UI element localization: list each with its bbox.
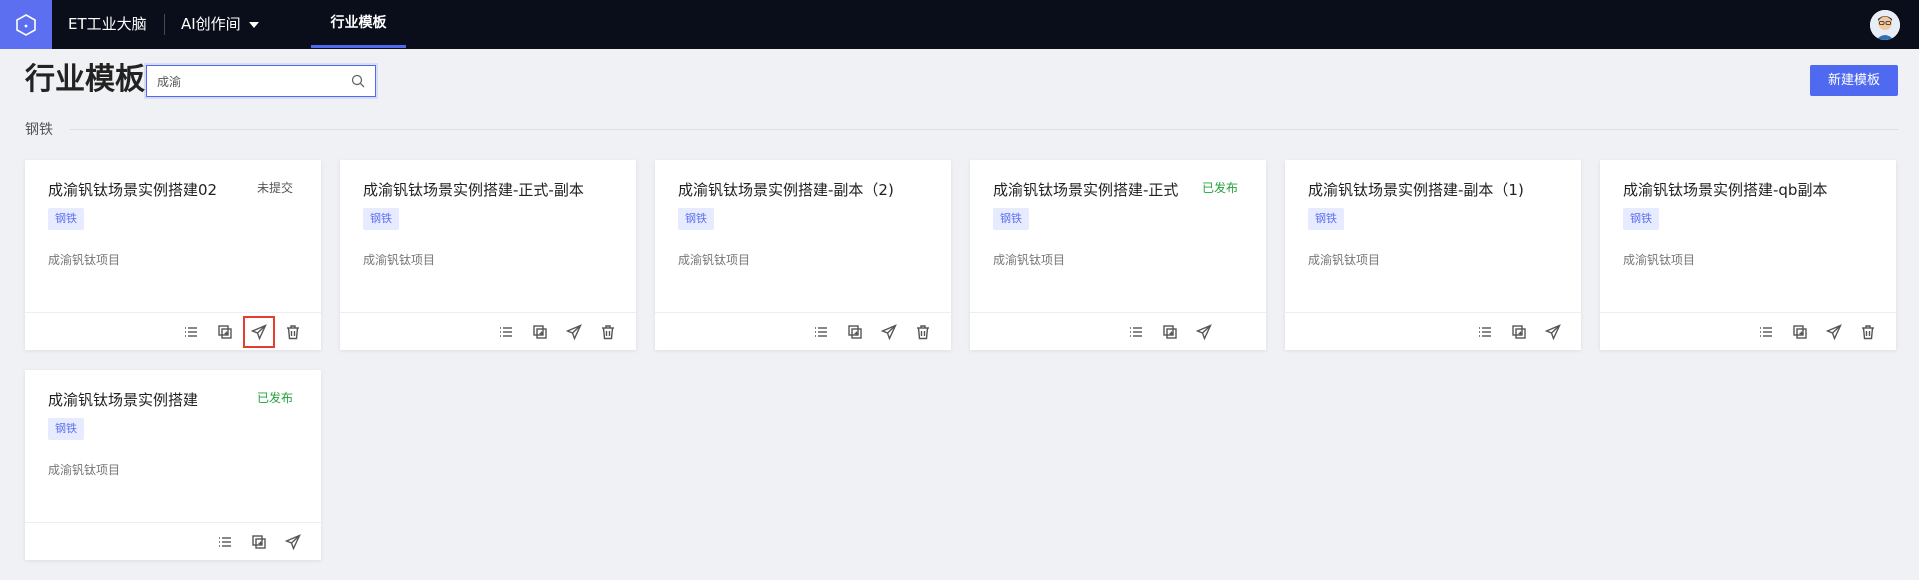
status-badge: 已发布 xyxy=(1202,181,1239,195)
send-icon[interactable] xyxy=(1543,322,1563,342)
send-icon[interactable] xyxy=(879,322,899,342)
copy-icon[interactable] xyxy=(530,322,550,342)
delete-icon[interactable] xyxy=(1858,322,1878,342)
category-tag: 钢铁 xyxy=(1308,208,1344,230)
delete-icon[interactable] xyxy=(598,322,618,342)
send-icon[interactable] xyxy=(1824,322,1844,342)
top-navigation-bar: ET工业大脑 AI创作间 行业模板 xyxy=(0,0,1919,49)
status-badge: 已发布 xyxy=(256,391,293,405)
ai-studio-menu[interactable]: AI创作间 xyxy=(181,0,259,49)
card-footer xyxy=(970,312,1266,350)
copy-icon[interactable] xyxy=(1160,322,1180,342)
card-title: 成渝钒钛场景实例搭建 xyxy=(48,391,199,409)
category-tag: 钢铁 xyxy=(48,208,84,230)
caret-down-icon xyxy=(248,21,259,28)
new-template-button[interactable]: 新建模板 xyxy=(1810,65,1898,96)
active-tab-indicator xyxy=(311,45,406,48)
user-avatar[interactable] xyxy=(1870,10,1900,40)
copy-icon[interactable] xyxy=(1790,322,1810,342)
search-box[interactable] xyxy=(146,65,376,97)
category-tag: 钢铁 xyxy=(993,208,1029,230)
template-card[interactable]: 成渝钒钛场景实例搭建02 未提交 钢铁 成渝钒钛项目 xyxy=(25,160,321,350)
card-description: 成渝钒钛项目 xyxy=(993,253,1066,267)
delete-icon[interactable] xyxy=(283,322,303,342)
card-description: 成渝钒钛项目 xyxy=(48,463,121,477)
card-footer xyxy=(655,312,951,350)
copy-icon[interactable] xyxy=(249,532,269,552)
template-card[interactable]: 成渝钒钛场景实例搭建-正式-副本 钢铁 成渝钒钛项目 xyxy=(340,160,636,350)
copy-icon[interactable] xyxy=(1509,322,1529,342)
app-logo[interactable] xyxy=(0,0,52,49)
category-tag: 钢铁 xyxy=(1623,208,1659,230)
card-footer xyxy=(25,522,321,560)
delete-icon[interactable] xyxy=(913,322,933,342)
ai-studio-menu-label: AI创作间 xyxy=(181,15,241,33)
search-icon[interactable] xyxy=(351,74,365,88)
list-icon[interactable] xyxy=(811,322,831,342)
card-title: 成渝钒钛场景实例搭建-正式-副本 xyxy=(363,181,584,199)
card-footer xyxy=(340,312,636,350)
copy-icon[interactable] xyxy=(215,322,235,342)
send-icon[interactable] xyxy=(564,322,584,342)
template-card[interactable]: 成渝钒钛场景实例搭建-正式 已发布 钢铁 成渝钒钛项目 xyxy=(970,160,1266,350)
category-tag: 钢铁 xyxy=(678,208,714,230)
card-title: 成渝钒钛场景实例搭建-副本（2) xyxy=(678,181,894,199)
card-description: 成渝钒钛项目 xyxy=(363,253,436,267)
card-description: 成渝钒钛项目 xyxy=(1623,253,1696,267)
card-title: 成渝钒钛场景实例搭建02 xyxy=(48,181,218,199)
category-tag: 钢铁 xyxy=(363,208,399,230)
category-tag: 钢铁 xyxy=(48,418,84,440)
card-description: 成渝钒钛项目 xyxy=(1308,253,1381,267)
card-title: 成渝钒钛场景实例搭建-qb副本 xyxy=(1623,181,1828,199)
list-icon[interactable] xyxy=(1475,322,1495,342)
avatar-face-icon xyxy=(1870,10,1900,40)
card-description: 成渝钒钛项目 xyxy=(678,253,751,267)
list-icon[interactable] xyxy=(1756,322,1776,342)
send-icon[interactable] xyxy=(1194,322,1214,342)
list-icon[interactable] xyxy=(496,322,516,342)
page-title: 行业模板 xyxy=(25,62,145,97)
template-card[interactable]: 成渝钒钛场景实例搭建 已发布 钢铁 成渝钒钛项目 xyxy=(25,370,321,560)
tab-industry-templates[interactable]: 行业模板 xyxy=(311,0,406,49)
list-icon[interactable] xyxy=(1126,322,1146,342)
card-title: 成渝钒钛场景实例搭建-正式 xyxy=(993,181,1179,199)
list-icon[interactable] xyxy=(215,532,235,552)
card-description: 成渝钒钛项目 xyxy=(48,253,121,267)
card-title: 成渝钒钛场景实例搭建-副本（1) xyxy=(1308,181,1524,199)
send-icon[interactable] xyxy=(283,532,303,552)
card-footer xyxy=(1600,312,1896,350)
nav-divider xyxy=(164,14,165,35)
card-footer xyxy=(25,312,321,350)
brand-name[interactable]: ET工业大脑 xyxy=(68,0,147,49)
search-input[interactable] xyxy=(157,66,342,96)
copy-icon[interactable] xyxy=(845,322,865,342)
template-card[interactable]: 成渝钒钛场景实例搭建-副本（2) 钢铁 成渝钒钛项目 xyxy=(655,160,951,350)
list-icon[interactable] xyxy=(181,322,201,342)
card-footer xyxy=(1285,312,1581,350)
template-card[interactable]: 成渝钒钛场景实例搭建-副本（1) 钢铁 成渝钒钛项目 xyxy=(1285,160,1581,350)
section-divider xyxy=(70,129,1898,130)
send-icon[interactable] xyxy=(243,316,275,348)
section-label-steel: 钢铁 xyxy=(25,122,53,138)
cube-logo-icon xyxy=(16,13,36,36)
status-badge: 未提交 xyxy=(256,181,293,195)
template-card[interactable]: 成渝钒钛场景实例搭建-qb副本 钢铁 成渝钒钛项目 xyxy=(1600,160,1896,350)
